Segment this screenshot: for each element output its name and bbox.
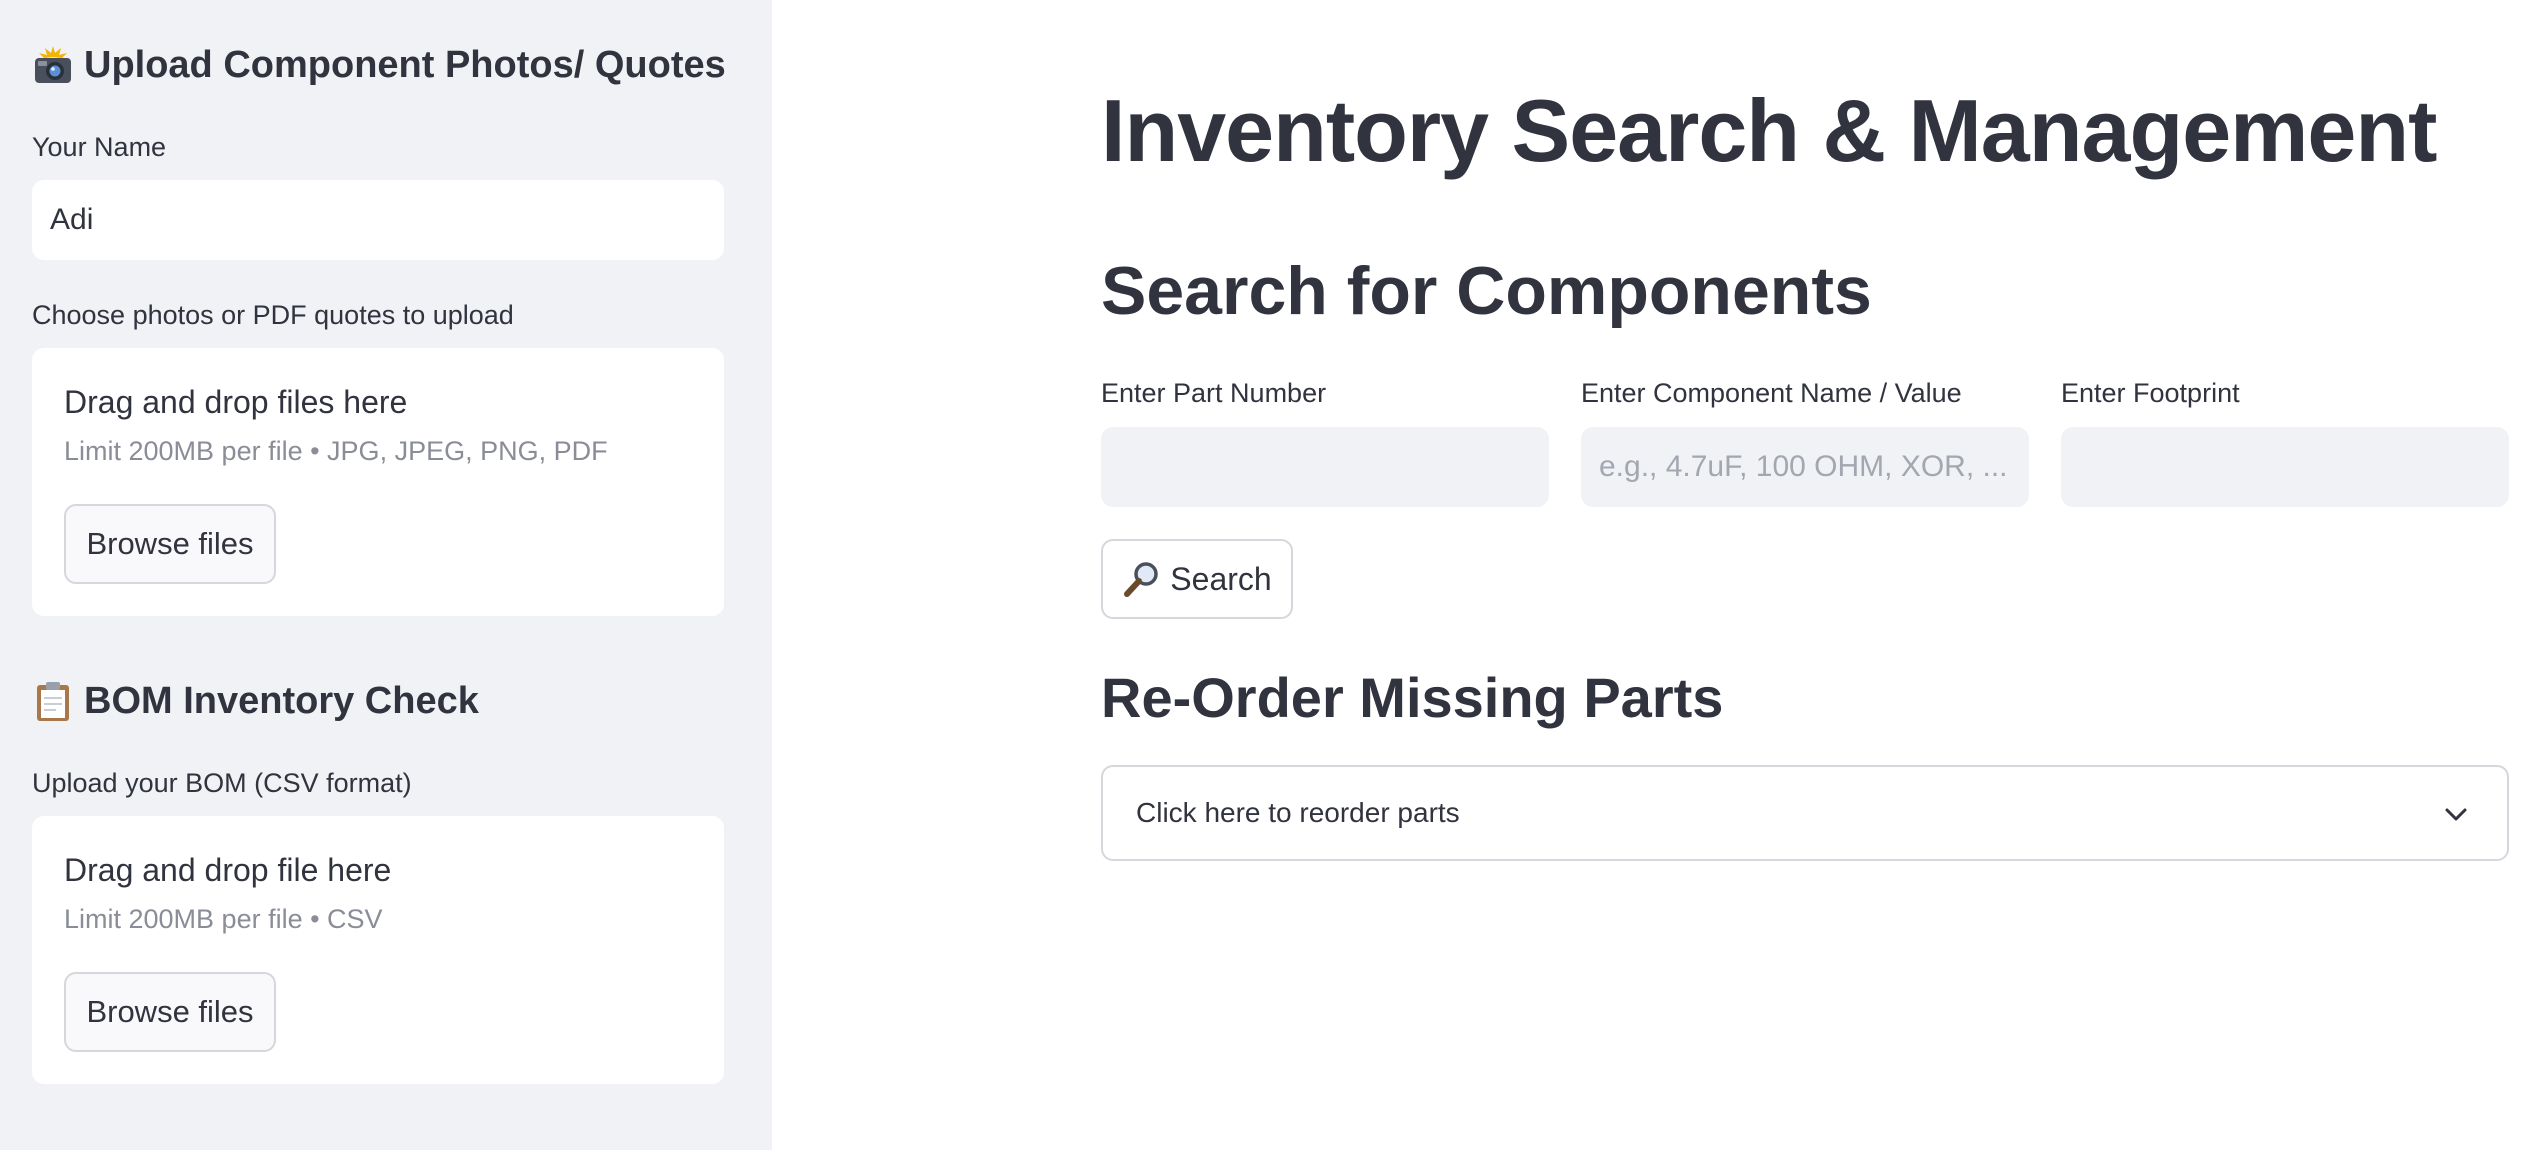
page-title: Inventory Search & Management <box>1101 81 2437 180</box>
photos-dropzone[interactable]: Drag and drop files here Limit 200MB per… <box>32 348 724 616</box>
files-label: Choose photos or PDF quotes to upload <box>32 300 514 330</box>
component-name-input[interactable] <box>1581 427 2029 507</box>
part-number-label: Enter Part Number <box>1101 378 1327 408</box>
sidebar: Upload Component Photos/ Quotes Your Nam… <box>0 0 772 1150</box>
search-button-label: Search <box>1170 560 1272 597</box>
footprint-label: Enter Footprint <box>2061 378 2240 408</box>
reorder-expander[interactable]: Click here to reorder parts <box>1101 765 2509 861</box>
dropzone-title: Drag and drop files here <box>64 384 408 420</box>
bom-check-header: BOM Inventory Check <box>32 680 479 723</box>
browse-files-button[interactable]: Browse files <box>64 504 276 584</box>
upload-photos-title: Upload Component Photos/ Quotes <box>84 44 726 86</box>
dropzone-limit: Limit 200MB per file • JPG, JPEG, PNG, P… <box>64 436 608 466</box>
search-button[interactable]: Search <box>1101 539 1293 619</box>
bom-check-title: BOM Inventory Check <box>84 680 479 722</box>
name-input[interactable] <box>32 180 724 260</box>
magnifier-icon <box>1122 559 1162 599</box>
upload-photos-header: Upload Component Photos/ Quotes <box>32 44 726 87</box>
dropzone-title: Drag and drop file here <box>64 852 392 888</box>
bom-upload-label: Upload your BOM (CSV format) <box>32 768 412 798</box>
reorder-section-title: Re-Order Missing Parts <box>1101 666 1724 729</box>
name-label: Your Name <box>32 132 167 162</box>
search-section-title: Search for Components <box>1101 253 1872 329</box>
chevron-down-icon <box>2441 799 2471 829</box>
part-number-input[interactable] <box>1101 427 1549 507</box>
browse-files-button[interactable]: Browse files <box>64 972 276 1052</box>
footprint-input[interactable] <box>2061 427 2509 507</box>
component-name-label: Enter Component Name / Value <box>1581 378 1962 408</box>
expander-label: Click here to reorder parts <box>1136 797 1460 828</box>
bom-dropzone[interactable]: Drag and drop file here Limit 200MB per … <box>32 816 724 1084</box>
clipboard-icon <box>32 681 74 723</box>
dropzone-limit: Limit 200MB per file • CSV <box>64 904 383 934</box>
camera-flash-icon <box>32 45 74 87</box>
